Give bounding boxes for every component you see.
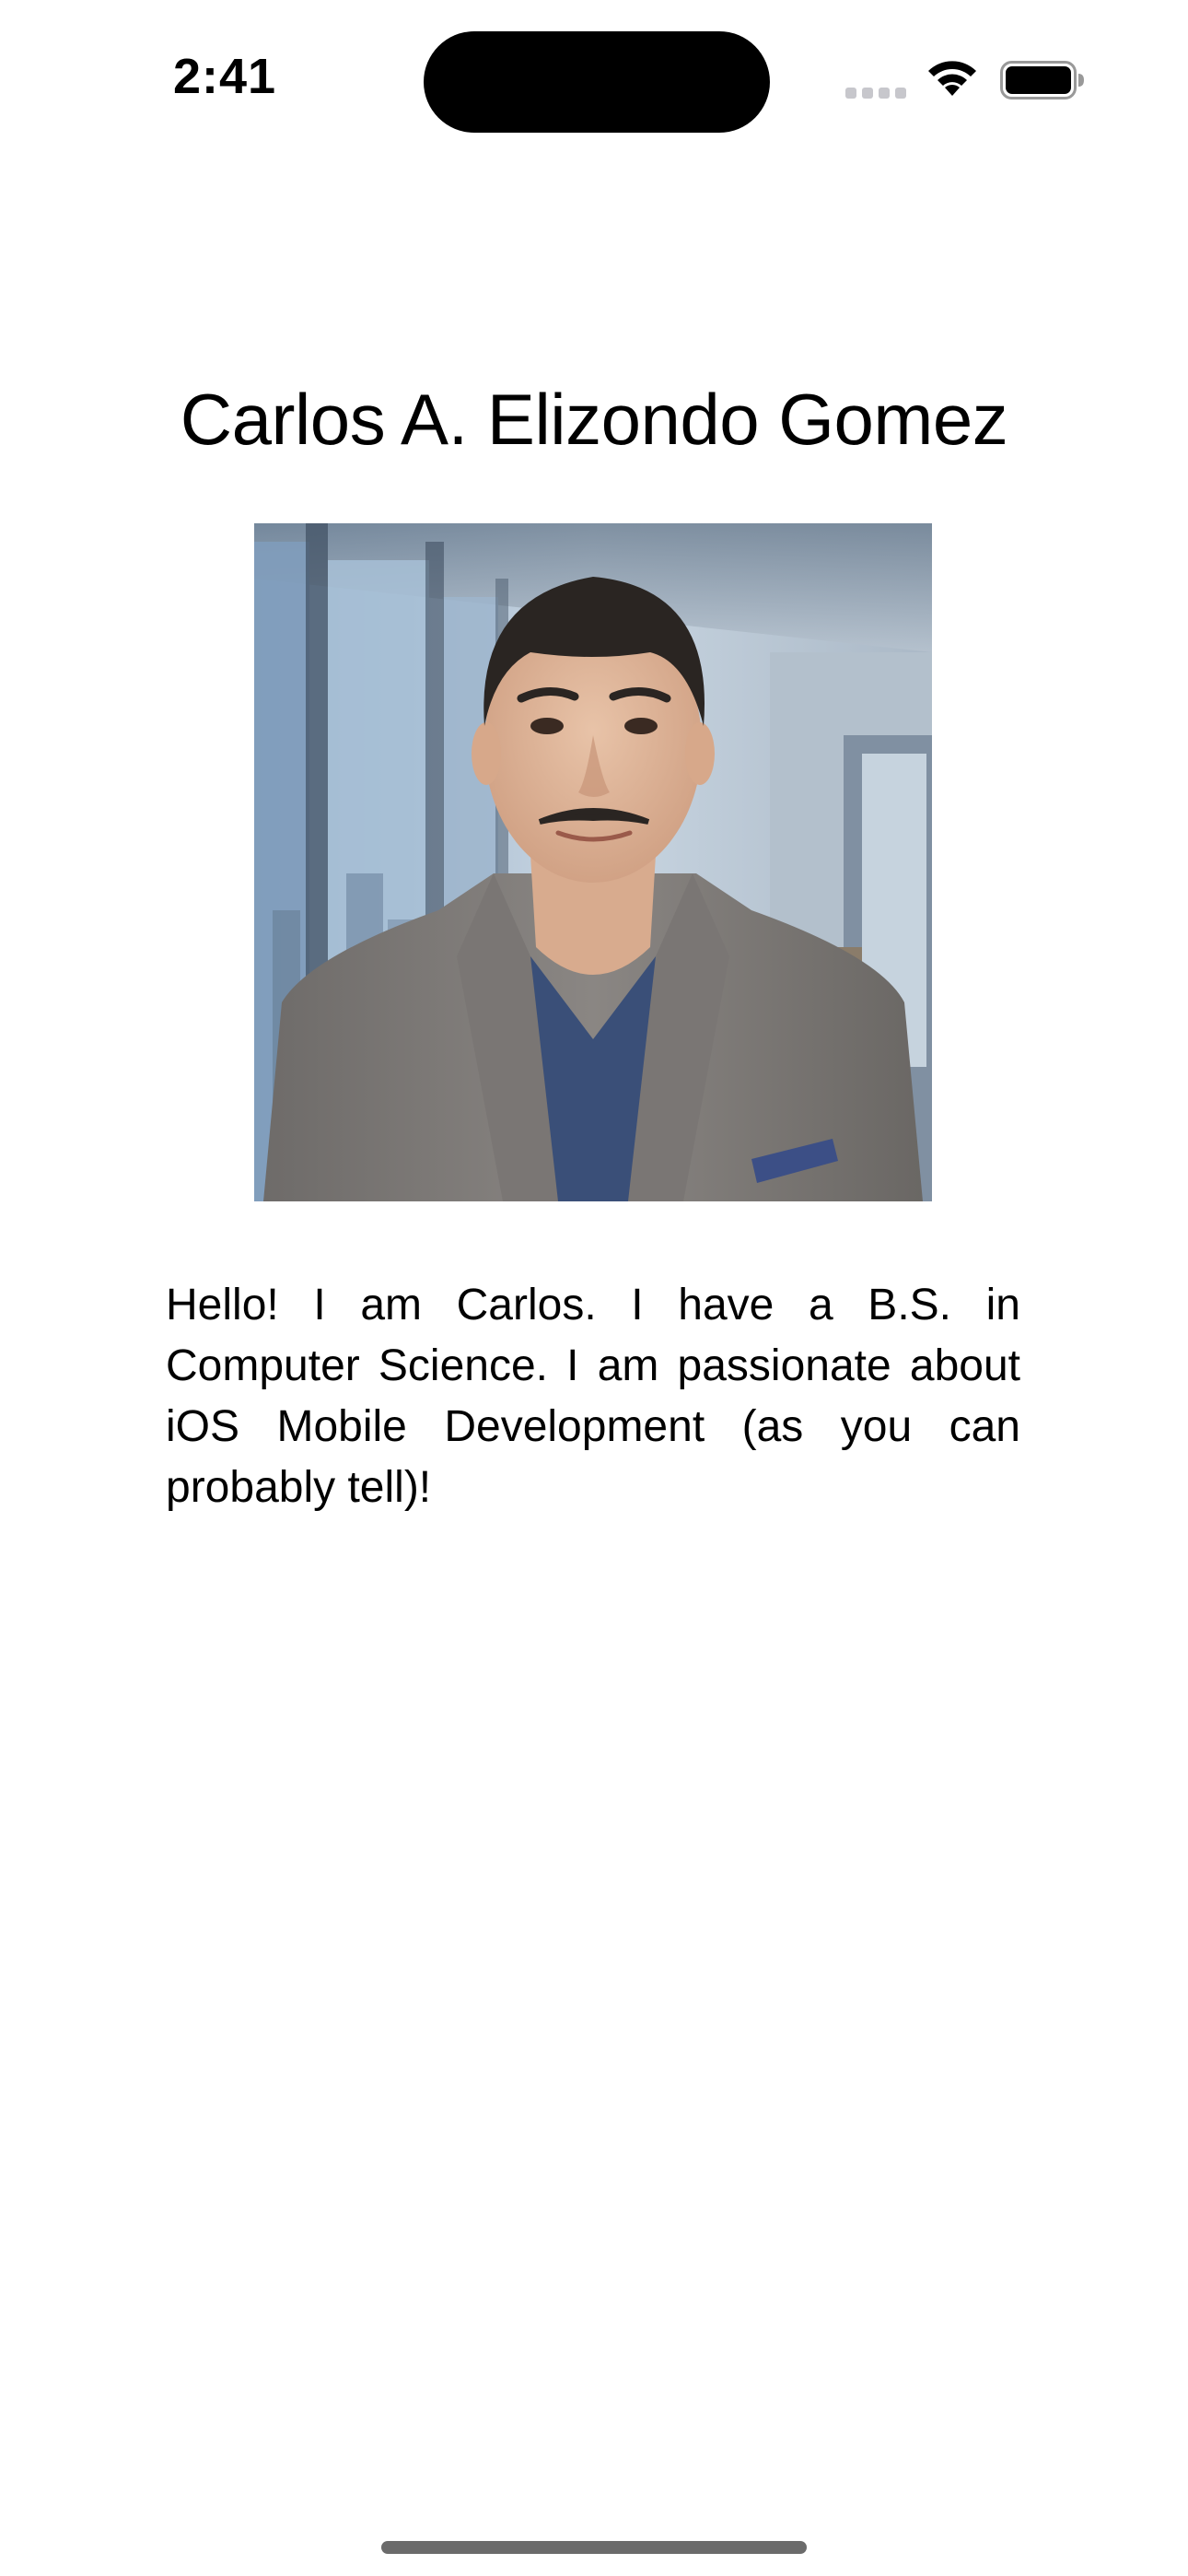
- bio-text: Hello! I am Carlos. I have a B.S. in Com…: [166, 1281, 1020, 1512]
- home-indicator[interactable]: [381, 2541, 807, 2554]
- page-title: Carlos A. Elizondo Gomez: [180, 379, 1008, 460]
- battery-icon: [1000, 61, 1084, 100]
- status-bar-time: 2:41: [173, 49, 277, 104]
- profile-photo: [254, 523, 932, 1201]
- cellular-signal-icon: [845, 88, 906, 99]
- wifi-icon: [928, 61, 976, 96]
- dynamic-island: [424, 31, 770, 133]
